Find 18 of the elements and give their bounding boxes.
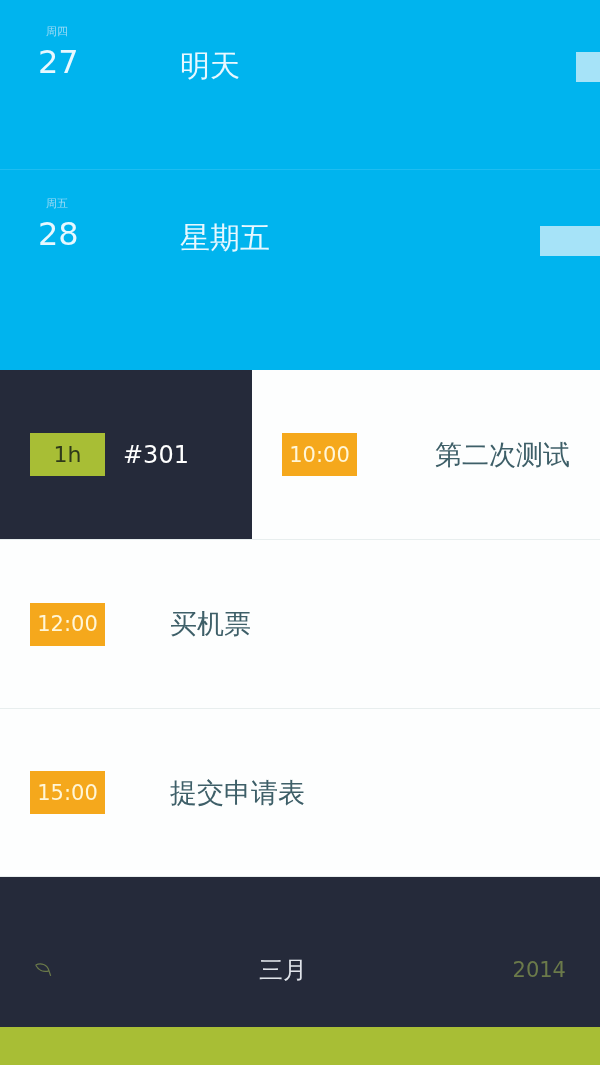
event-row[interactable]: 1h #301 10:00 第二次测试 <box>0 370 600 540</box>
room-number: #301 <box>123 440 189 469</box>
day-title: 星期五 <box>180 219 270 257</box>
time-tag: 10:00 <box>282 433 357 476</box>
weekday-label: 周四 <box>46 24 68 39</box>
year-label: 2014 <box>512 958 566 982</box>
date-number: 28 <box>38 215 79 253</box>
time-tag: 15:00 <box>30 771 105 814</box>
month-label: 三月 <box>259 955 308 986</box>
day-title: 明天 <box>180 47 240 85</box>
event-title: 买机票 <box>170 607 251 641</box>
event-title: 提交申请表 <box>170 775 305 810</box>
event-title: 第二次测试 <box>435 437 570 472</box>
leaf-icon[interactable] <box>34 962 54 978</box>
duration-tag: 1h <box>30 433 105 476</box>
time-tag: 12:00 <box>30 602 105 646</box>
date-number: 27 <box>38 43 79 81</box>
weekday-label: 周五 <box>46 196 68 211</box>
